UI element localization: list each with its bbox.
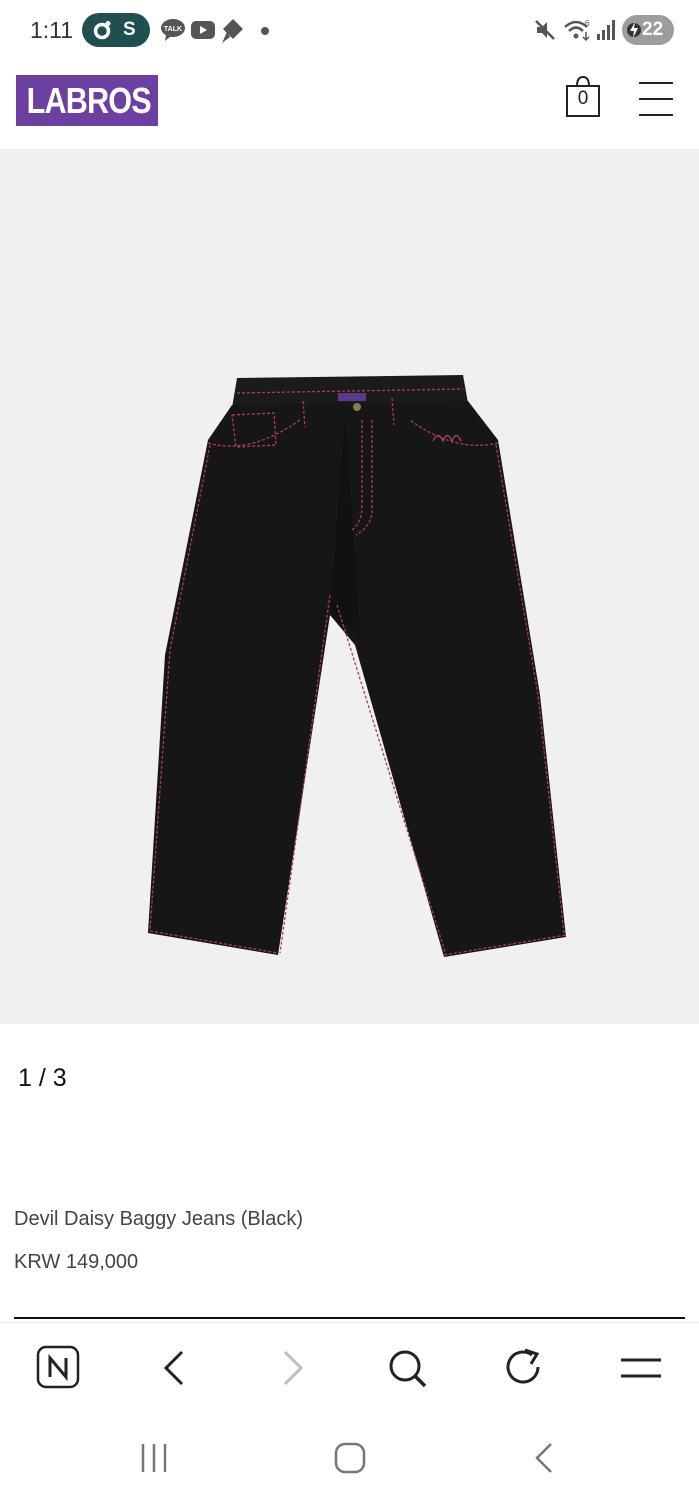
- svg-text:TALK: TALK: [164, 26, 182, 33]
- hamburger-menu-icon[interactable]: [639, 81, 673, 117]
- status-bar: 1:11 S TALK 6 22: [0, 0, 699, 62]
- youtube-icon: [191, 21, 215, 39]
- search-icon[interactable]: [384, 1345, 430, 1391]
- signal-icon: [597, 20, 615, 40]
- talk-icon: TALK: [161, 19, 185, 41]
- battery-level: 22: [642, 19, 664, 40]
- product-name: Devil Daisy Baggy Jeans (Black): [14, 1208, 303, 1230]
- cart-count: 0: [577, 88, 589, 109]
- product-price: KRW 149,000: [14, 1251, 139, 1273]
- naver-home-icon[interactable]: [36, 1345, 82, 1391]
- browser-menu-icon[interactable]: [618, 1345, 664, 1391]
- app-o-icon: [93, 21, 111, 40]
- charging-icon: [627, 22, 641, 38]
- product-image-jeans: [148, 375, 567, 957]
- mute-icon: [535, 20, 555, 40]
- svg-text:6: 6: [585, 19, 590, 28]
- status-pill-letter: S: [123, 19, 136, 40]
- section-divider: [14, 1317, 685, 1319]
- image-slide-counter: 1 / 3: [18, 1064, 67, 1092]
- status-time: 1:11: [30, 17, 74, 43]
- system-navigation-bar: [0, 1412, 699, 1500]
- home-icon[interactable]: [332, 1440, 368, 1476]
- site-logo-text: LABROS: [26, 80, 152, 121]
- notification-dot: [261, 27, 269, 35]
- wifi-icon: 6: [564, 19, 590, 42]
- forward-icon[interactable]: [270, 1345, 316, 1391]
- refresh-icon[interactable]: [501, 1345, 547, 1391]
- site-logo[interactable]: LABROS: [16, 75, 158, 126]
- back-icon[interactable]: [152, 1345, 198, 1391]
- browser-toolbar: [0, 1322, 699, 1413]
- system-back-icon[interactable]: [527, 1440, 563, 1476]
- status-app-pill: S: [82, 13, 150, 47]
- navigation-icon: [222, 19, 243, 43]
- product-image-carousel[interactable]: [0, 149, 699, 1024]
- recent-apps-icon[interactable]: [137, 1440, 173, 1476]
- battery-indicator: 22: [622, 15, 674, 45]
